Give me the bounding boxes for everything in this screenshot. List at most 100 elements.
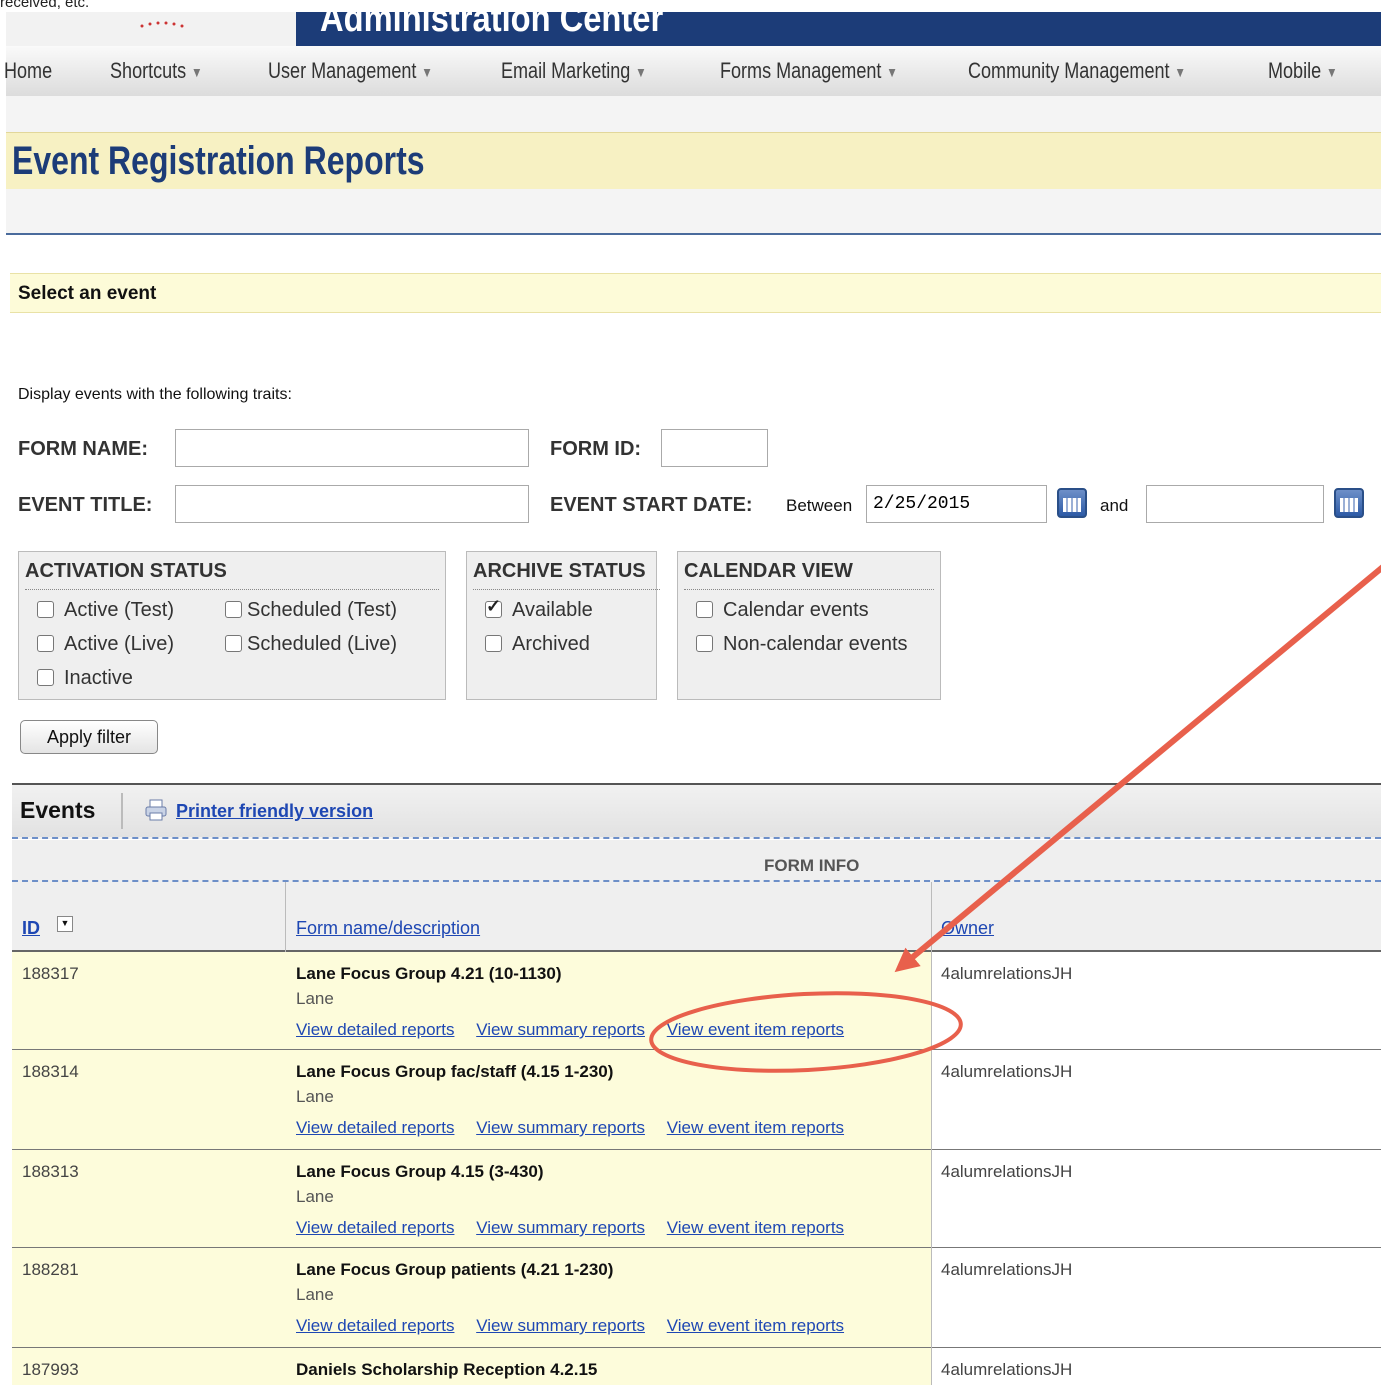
- row-links: View detailed reports View summary repor…: [296, 1118, 861, 1138]
- checkbox-active-live[interactable]: Active (Live): [37, 633, 174, 656]
- row-links: View detailed reports View summary repor…: [296, 1218, 861, 1238]
- row-owner: 4alumrelationsJH: [941, 1260, 1073, 1279]
- nav-home[interactable]: Home: [4, 58, 52, 84]
- row-id: 188317: [22, 964, 79, 983]
- row-id: 187993: [22, 1360, 79, 1379]
- row-owner: 4alumrelationsJH: [941, 1062, 1073, 1081]
- checkbox-icon: [37, 635, 54, 652]
- nav-mobile[interactable]: Mobile ▼: [1268, 58, 1337, 84]
- form-id-input[interactable]: [661, 429, 768, 467]
- sub-toolbar: [6, 96, 1381, 132]
- column-header-owner[interactable]: Owner: [941, 918, 994, 939]
- event-start-date-label: EVENT START DATE:: [550, 494, 753, 516]
- checkbox-scheduled-test[interactable]: Scheduled (Test): [225, 599, 397, 622]
- view-detailed-reports-link[interactable]: View detailed reports: [296, 1118, 454, 1137]
- checkbox-inactive[interactable]: Inactive: [37, 667, 133, 690]
- view-summary-reports-link[interactable]: View summary reports: [476, 1218, 645, 1237]
- title-spacer: [6, 189, 1381, 235]
- row-form-name: Lane Focus Group patients (4.21 1-230): [296, 1260, 614, 1279]
- view-event-item-reports-link[interactable]: View event item reports: [667, 1218, 844, 1237]
- row-links: View detailed reports View summary repor…: [296, 1316, 861, 1336]
- form-name-input[interactable]: [175, 429, 529, 467]
- apply-filter-button[interactable]: Apply filter: [20, 720, 158, 754]
- row-owner: 4alumrelationsJH: [941, 1162, 1073, 1181]
- sort-dropdown-icon[interactable]: ▼: [57, 916, 73, 932]
- nav-user-management[interactable]: User Management ▼: [268, 58, 433, 84]
- calendar-icon[interactable]: [1057, 488, 1087, 518]
- events-header: Events Printer friendly version: [12, 783, 1381, 839]
- column-divider: [931, 882, 932, 952]
- checkbox-icon: [485, 635, 502, 652]
- page-title: Event Registration Reports: [12, 139, 425, 183]
- checkbox-checked-icon: [485, 596, 502, 618]
- checkbox-available[interactable]: Available: [485, 596, 593, 622]
- column-divider: [931, 952, 932, 1385]
- checkbox-icon: [696, 601, 713, 618]
- end-date-input[interactable]: [1146, 485, 1324, 523]
- row-owner: 4alumrelationsJH: [941, 1360, 1073, 1379]
- start-date-input[interactable]: [866, 485, 1047, 523]
- row-id: 188281: [22, 1260, 79, 1279]
- chevron-down-icon: ▼: [191, 64, 203, 81]
- event-title-input[interactable]: [175, 485, 529, 523]
- between-label: Between: [786, 496, 853, 515]
- checkbox-icon: [225, 601, 242, 618]
- table-row: 188281 Lane Focus Group patients (4.21 1…: [12, 1248, 1381, 1348]
- checkbox-scheduled-live[interactable]: Scheduled (Live): [225, 633, 397, 656]
- nav-forms-management[interactable]: Forms Management ▼: [720, 58, 898, 84]
- table-row: 188313 Lane Focus Group 4.15 (3-430) Lan…: [12, 1150, 1381, 1248]
- view-summary-reports-link[interactable]: View summary reports: [476, 1316, 645, 1335]
- view-detailed-reports-link[interactable]: View detailed reports: [296, 1316, 454, 1335]
- row-id: 188314: [22, 1062, 79, 1081]
- row-owner: 4alumrelationsJH: [941, 964, 1073, 983]
- column-header-id[interactable]: ID: [22, 918, 40, 939]
- form-info-label: FORM INFO: [764, 856, 860, 875]
- header-divider: [121, 793, 123, 829]
- row-description: Lane: [296, 1087, 334, 1106]
- printer-friendly-link[interactable]: Printer friendly version: [176, 801, 373, 822]
- row-description: Lane: [296, 1285, 334, 1304]
- column-header-form-name[interactable]: Form name/description: [296, 918, 480, 939]
- and-label: and: [1100, 496, 1129, 515]
- column-headers: ID ▼ Form name/description Owner: [12, 882, 1381, 952]
- archive-status-title: ARCHIVE STATUS: [473, 560, 660, 590]
- row-description: Lane: [296, 1187, 334, 1206]
- checkbox-active-test[interactable]: Active (Test): [37, 599, 174, 622]
- row-links: View detailed reports View summary repor…: [296, 1020, 861, 1040]
- nav-community-management[interactable]: Community Management ▼: [968, 58, 1186, 84]
- table-row: 188314 Lane Focus Group fac/staff (4.15 …: [12, 1050, 1381, 1150]
- event-title-label: EVENT TITLE:: [18, 494, 153, 516]
- activation-status-box: ACTIVATION STATUS Active (Test) Schedule…: [18, 551, 446, 700]
- view-detailed-reports-link[interactable]: View detailed reports: [296, 1020, 454, 1039]
- checkbox-archived[interactable]: Archived: [485, 633, 590, 656]
- page-title-bar: Event Registration Reports: [6, 132, 1381, 190]
- checkbox-calendar-events[interactable]: Calendar events: [696, 599, 869, 622]
- section-title: Select an event: [18, 283, 157, 304]
- view-summary-reports-link[interactable]: View summary reports: [476, 1118, 645, 1137]
- row-form-name: Lane Focus Group fac/staff (4.15 1-230): [296, 1062, 614, 1081]
- banner-title: Administration Center: [320, 12, 664, 40]
- row-id: 188313: [22, 1162, 79, 1181]
- events-title: Events: [20, 797, 96, 823]
- calendar-icon[interactable]: [1334, 488, 1364, 518]
- view-detailed-reports-link[interactable]: View detailed reports: [296, 1218, 454, 1237]
- view-event-item-reports-link[interactable]: View event item reports: [667, 1020, 844, 1039]
- checkbox-icon: [225, 635, 242, 652]
- form-info-group-header: FORM INFO: [12, 840, 1381, 882]
- chevron-down-icon: ▼: [421, 64, 433, 81]
- view-event-item-reports-link[interactable]: View event item reports: [667, 1316, 844, 1335]
- chevron-down-icon: ▼: [886, 64, 898, 81]
- chevron-down-icon: ▼: [1174, 64, 1186, 81]
- printer-icon[interactable]: [144, 799, 168, 821]
- nav-email-marketing[interactable]: Email Marketing ▼: [501, 58, 647, 84]
- row-form-name: Daniels Scholarship Reception 4.2.15: [296, 1360, 598, 1379]
- app-banner: Administration Center: [6, 12, 1381, 46]
- page-caption: received, etc.: [0, 0, 90, 11]
- view-summary-reports-link[interactable]: View summary reports: [476, 1020, 645, 1039]
- nav-shortcuts[interactable]: Shortcuts ▼: [110, 58, 202, 84]
- chevron-down-icon: ▼: [635, 64, 647, 81]
- logo-icon: [140, 21, 184, 28]
- checkbox-non-calendar-events[interactable]: Non-calendar events: [696, 633, 908, 656]
- form-id-label: FORM ID:: [550, 438, 642, 460]
- view-event-item-reports-link[interactable]: View event item reports: [667, 1118, 844, 1137]
